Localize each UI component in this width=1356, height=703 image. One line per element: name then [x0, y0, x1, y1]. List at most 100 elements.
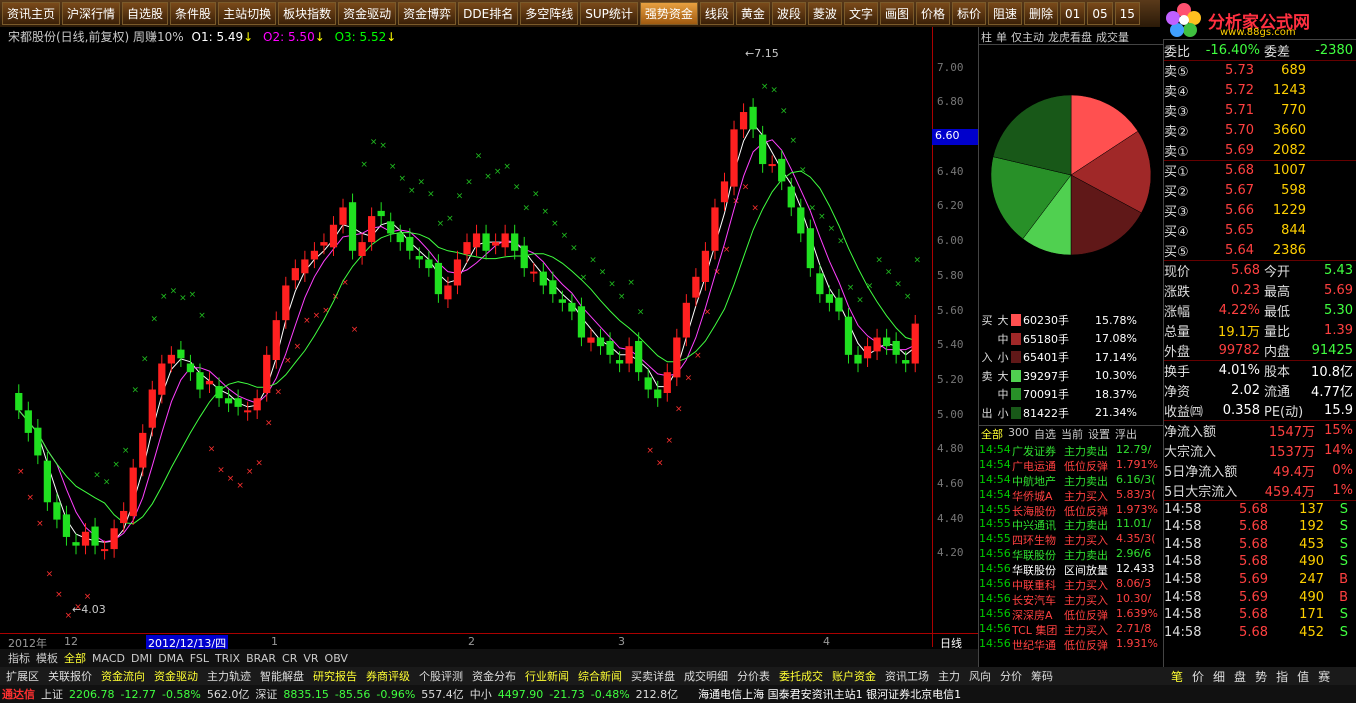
indicator-tab-4[interactable]: DMI [131, 652, 152, 665]
news-item[interactable]: 14:56 华联股份 主力卖出 2.96/6 [979, 547, 1164, 562]
bottom-tab-9[interactable]: 资金分布 [469, 668, 519, 684]
tick-time: 14:58 [1164, 501, 1202, 517]
quote-tab-7[interactable]: 赛 [1318, 668, 1330, 685]
toolbar-button-6[interactable]: 资金驱动 [338, 2, 397, 25]
bottom-tab-12[interactable]: 买卖详盘 [628, 668, 678, 684]
right-tab-3[interactable]: 龙虎看盘 [1048, 29, 1092, 44]
bottom-tab-0[interactable]: 扩展区 [3, 668, 42, 684]
quote-tab-4[interactable]: 势 [1255, 668, 1267, 685]
toolbar-button-24[interactable]: 15 [1114, 2, 1140, 25]
quote-tab-6[interactable]: 值 [1297, 668, 1309, 685]
toolbar-button-18[interactable]: 价格 [915, 2, 950, 25]
toolbar-button-0[interactable]: 资讯主页 [2, 2, 61, 25]
indicator-tab-2[interactable]: 全部 [64, 650, 86, 666]
toolbar-button-17[interactable]: 画图 [879, 2, 914, 25]
toolbar-button-12[interactable]: 线段 [699, 2, 734, 25]
bottom-tab-1[interactable]: 关联报价 [45, 668, 95, 684]
toolbar-button-19[interactable]: 标价 [951, 2, 986, 25]
news-item[interactable]: 14:55 中兴通讯 主力卖出 11.01/ [979, 517, 1164, 532]
toolbar-button-16[interactable]: 文字 [843, 2, 878, 25]
quote-tab-2[interactable]: 细 [1213, 668, 1225, 685]
bottom-tab-20[interactable]: 分价 [997, 668, 1025, 684]
news-item[interactable]: 14:55 长海股份 低位反弹 1.973% [979, 503, 1164, 518]
indicator-tab-5[interactable]: DMA [158, 652, 184, 665]
indicator-tab-1[interactable]: 模板 [36, 650, 58, 666]
right-tab-2[interactable]: 仅主动 [1011, 29, 1044, 44]
bottom-tab-21[interactable]: 筹码 [1028, 668, 1056, 684]
sar-dot: × [589, 255, 597, 265]
bottom-tab-18[interactable]: 主力 [935, 668, 963, 684]
quote-panel: 委比 -16.40% 委差 -2380 卖⑤ 5.73 689 卖④ 5.72 1243 卖③ 5.7… [1163, 40, 1356, 667]
bottom-tab-7[interactable]: 券商评级 [363, 668, 413, 684]
sar-dot: × [761, 82, 769, 92]
news-item[interactable]: 14:55 四环生物 主力买入 4.35/3( [979, 532, 1164, 547]
bottom-tab-6[interactable]: 研究报告 [310, 668, 360, 684]
news-item[interactable]: 14:56 TCL 集团 主力买入 2.71/8 [979, 622, 1164, 637]
toolbar-button-11[interactable]: 强势资金 [639, 2, 698, 25]
news-item[interactable]: 14:54 广电运通 低位反弹 1.791% [979, 458, 1164, 473]
news-item[interactable]: 14:56 长安汽车 主力买入 10.30/ [979, 592, 1164, 607]
bottom-tab-4[interactable]: 主力轨迹 [204, 668, 254, 684]
indicator-tab-8[interactable]: BRAR [246, 652, 276, 665]
news-item[interactable]: 14:56 中联重科 主力买入 8.06/3 [979, 577, 1164, 592]
candle-body [749, 106, 757, 130]
toolbar-button-9[interactable]: 多空阵线 [520, 2, 579, 25]
news-item[interactable]: 14:56 世纪华通 低位反弹 1.931% [979, 637, 1164, 652]
bottom-tab-13[interactable]: 成交明细 [681, 668, 731, 684]
toolbar-button-3[interactable]: 条件股 [170, 2, 217, 25]
news-tab-4[interactable]: 设置 [1088, 426, 1110, 441]
indicator-tab-7[interactable]: TRIX [215, 652, 240, 665]
bottom-tab-15[interactable]: 委托成交 [776, 668, 826, 684]
toolbar-button-8[interactable]: DDE排名 [458, 2, 519, 25]
toolbar-button-14[interactable]: 波段 [771, 2, 806, 25]
news-tab-1[interactable]: 300 [1008, 426, 1029, 441]
toolbar-button-1[interactable]: 沪深行情 [62, 2, 121, 25]
bottom-tab-5[interactable]: 智能解盘 [257, 668, 307, 684]
right-tab-0[interactable]: 柱 [981, 29, 992, 44]
bottom-tab-14[interactable]: 分价表 [734, 668, 773, 684]
toolbar-button-13[interactable]: 黄金 [735, 2, 770, 25]
right-tab-4[interactable]: 成交量 [1096, 29, 1129, 44]
quote-tab-5[interactable]: 指 [1276, 668, 1288, 685]
toolbar-button-15[interactable]: 菱波 [807, 2, 842, 25]
toolbar-button-2[interactable]: 自选股 [122, 2, 169, 25]
quote-tab-1[interactable]: 价 [1192, 668, 1204, 685]
bottom-tab-2[interactable]: 资金流向 [98, 668, 148, 684]
toolbar-button-4[interactable]: 主站切换 [218, 2, 277, 25]
toolbar-button-21[interactable]: 删除 [1024, 2, 1059, 25]
bottom-tab-10[interactable]: 行业新闻 [522, 668, 572, 684]
bottom-tab-11[interactable]: 综合新闻 [575, 668, 625, 684]
kline-chart[interactable]: ×××××××××××××××××× ×××××××××××××××××××× ××… [0, 27, 932, 647]
news-tab-5[interactable]: 浮出 [1115, 426, 1137, 441]
news-item[interactable]: 14:54 中航地产 主力卖出 6.16/3( [979, 473, 1164, 488]
indicator-tab-10[interactable]: VR [303, 652, 318, 665]
toolbar-button-20[interactable]: 阻速 [988, 2, 1023, 25]
server-list[interactable]: 海通电信上海 国泰君安资讯主站1 银河证券北京电信1 [698, 686, 961, 702]
news-item[interactable]: 14:56 深深房A 低位反弹 1.639% [979, 607, 1164, 622]
bottom-tab-17[interactable]: 资讯工场 [882, 668, 932, 684]
bottom-tab-3[interactable]: 资金驱动 [151, 668, 201, 684]
indicator-tab-6[interactable]: FSL [190, 652, 209, 665]
news-tab-0[interactable]: 全部 [981, 426, 1003, 441]
toolbar-button-7[interactable]: 资金博弈 [398, 2, 457, 25]
flow-size: 中 [997, 332, 1009, 346]
toolbar-button-22[interactable]: 01 [1060, 2, 1086, 25]
bottom-tab-16[interactable]: 账户资金 [829, 668, 879, 684]
toolbar-button-5[interactable]: 板块指数 [278, 2, 337, 25]
bottom-tab-19[interactable]: 风向 [966, 668, 994, 684]
right-tab-1[interactable]: 单 [996, 29, 1007, 44]
news-item[interactable]: 14:56 华联股份 区间放量 12.433 [979, 562, 1164, 577]
news-item[interactable]: 14:54 广发证券 主力卖出 12.79/ [979, 443, 1164, 458]
indicator-tab-11[interactable]: OBV [325, 652, 348, 665]
toolbar-button-23[interactable]: 05 [1087, 2, 1113, 25]
quote-tab-3[interactable]: 盘 [1234, 668, 1246, 685]
toolbar-button-10[interactable]: SUP统计 [580, 2, 638, 25]
indicator-tab-9[interactable]: CR [282, 652, 297, 665]
news-tab-2[interactable]: 自选 [1034, 426, 1056, 441]
indicator-tab-3[interactable]: MACD [92, 652, 125, 665]
indicator-tab-0[interactable]: 指标 [8, 650, 30, 666]
news-tab-3[interactable]: 当前 [1061, 426, 1083, 441]
bottom-tab-8[interactable]: 个股评测 [416, 668, 466, 684]
quote-tab-0[interactable]: 笔 [1171, 668, 1183, 685]
news-item[interactable]: 14:54 华侨城A 主力买入 5.83/3( [979, 488, 1164, 503]
